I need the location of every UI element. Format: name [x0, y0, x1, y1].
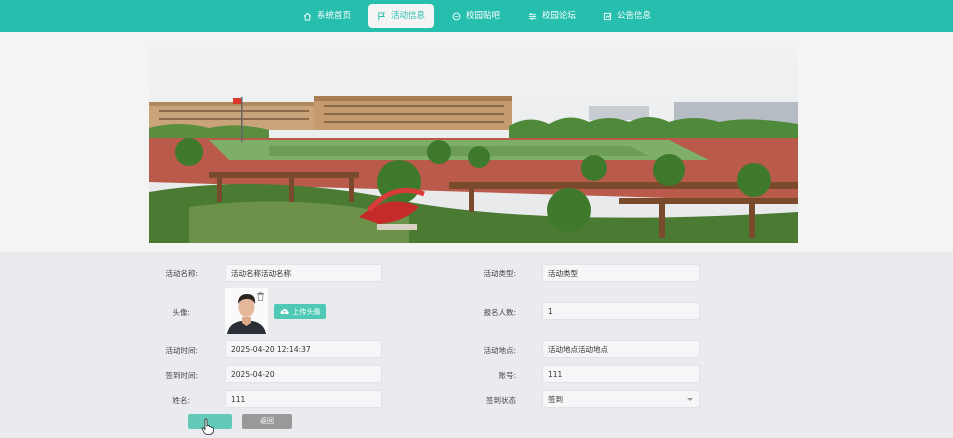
activity-name-label: 活动名称: [165, 269, 198, 278]
home-icon [303, 12, 312, 21]
nav-item-activity[interactable]: 活动信息 [368, 4, 434, 28]
enroll-count-label: 报名人数: [483, 308, 516, 317]
chevron-down-icon [687, 398, 693, 401]
signin-time-label: 签到时间: [165, 371, 198, 380]
activity-name-field[interactable]: 活动名称活动名称 [225, 264, 382, 282]
upload-avatar-button[interactable]: 上传头像 [274, 304, 326, 319]
top-nav: 系统首页 活动信息 校园贴吧 校园论坛 公告信息 [0, 0, 953, 32]
sliders-icon [528, 12, 537, 20]
avatar-label: 头像: [172, 308, 190, 317]
delete-avatar-icon[interactable] [256, 291, 265, 301]
activity-place-label: 活动地点: [483, 346, 516, 355]
account-field[interactable]: 111 [542, 365, 700, 383]
nav-item-forum-bar-label: 校园贴吧 [465, 11, 500, 21]
forum-icon [452, 12, 461, 20]
hand-cursor-icon [201, 418, 214, 435]
nav-item-notice[interactable]: 公告信息 [598, 4, 656, 28]
nav-item-forum-label: 校园论坛 [541, 11, 576, 21]
nav-item-forum-bar[interactable]: 校园贴吧 [446, 4, 506, 28]
signin-status-value: 签到 [548, 395, 563, 404]
signin-time-field[interactable]: 2025-04-20 [225, 365, 382, 383]
enroll-count-field[interactable]: 1 [542, 302, 700, 320]
activity-type-field[interactable]: 活动类型 [542, 264, 700, 282]
name-label: 姓名: [172, 396, 190, 405]
signin-status-label: 签到状态 [486, 396, 516, 405]
cloud-upload-icon [279, 308, 289, 314]
nav-item-home-label: 系统首页 [316, 11, 351, 21]
activity-time-label: 活动时间: [165, 346, 198, 355]
upload-avatar-label: 上传头像 [292, 307, 321, 316]
activity-place-field[interactable]: 活动地点活动地点 [542, 340, 700, 358]
nav-item-activity-label: 活动信息 [390, 11, 425, 21]
name-field[interactable]: 111 [225, 390, 382, 408]
signin-status-select[interactable]: 签到 [542, 390, 700, 408]
activity-type-label: 活动类型: [483, 269, 516, 278]
back-button[interactable]: 返回 [242, 414, 292, 429]
notice-icon [603, 12, 612, 20]
campus-photo [149, 42, 798, 243]
activity-time-field[interactable]: 2025-04-20 12:14:37 [225, 340, 382, 358]
carousel [0, 32, 953, 265]
nav-item-home[interactable]: 系统首页 [298, 4, 356, 28]
nav-item-notice-label: 公告信息 [616, 11, 651, 21]
flag-icon [378, 11, 386, 21]
carousel-slide-image[interactable] [149, 42, 798, 243]
nav-item-forum[interactable]: 校园论坛 [522, 4, 582, 28]
account-label: 账号: [498, 371, 516, 380]
